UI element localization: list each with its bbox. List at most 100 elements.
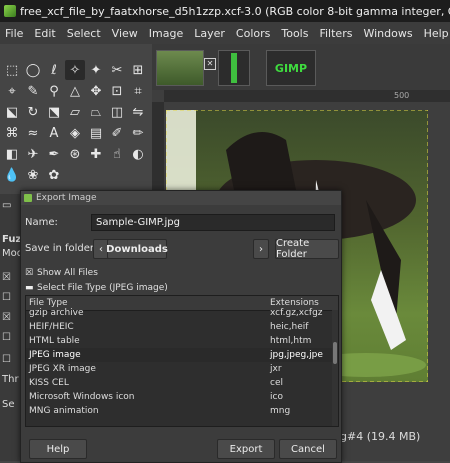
pencil-icon[interactable]: ✏: [128, 123, 148, 143]
tool-options-icon: ▭: [2, 200, 12, 211]
dialog-icon: [24, 194, 32, 202]
image-tab-gimp[interactable]: GIMP: [266, 50, 316, 86]
bucket-fill-icon[interactable]: ◈: [65, 123, 85, 143]
ink-icon[interactable]: ✒: [44, 144, 64, 164]
select-file-type-label[interactable]: Select File Type (JPEG image): [37, 283, 168, 293]
menu-layer[interactable]: Layer: [189, 27, 231, 40]
menu-colors[interactable]: Colors: [231, 27, 276, 40]
zoom-icon[interactable]: ⚲: [44, 81, 64, 101]
status-text: g#4 (19.4 MB): [340, 430, 421, 443]
checkbox-antialias[interactable]: ☒: [2, 272, 11, 283]
scissors-icon[interactable]: ✂: [107, 60, 127, 80]
file-type-name: gzip archive: [29, 308, 84, 318]
scrollbar-thumb[interactable]: [333, 342, 337, 364]
menu-file[interactable]: File: [0, 27, 29, 40]
select-by-label: Se: [2, 399, 15, 410]
dodge-icon[interactable]: ◐: [128, 144, 148, 164]
mypaint-icon[interactable]: ✿: [44, 165, 64, 185]
folder-forward-button[interactable]: ›: [253, 239, 269, 259]
paths-icon[interactable]: ⌖: [2, 81, 22, 101]
help-button[interactable]: Help: [29, 439, 87, 459]
menu-windows[interactable]: Windows: [358, 27, 418, 40]
3d-transform-icon[interactable]: ◫: [107, 102, 127, 122]
chevron-left-icon: ‹: [99, 243, 103, 255]
filename-value: Sample-GIMP.jpg: [96, 217, 180, 228]
lasso-icon[interactable]: ℓ: [44, 60, 64, 80]
menu-image[interactable]: Image: [144, 27, 189, 40]
image-tabs: ✕ GIMP: [152, 44, 450, 90]
menu-filters[interactable]: Filters: [314, 27, 358, 40]
align-icon[interactable]: ⊡: [107, 81, 127, 101]
checkbox-feather[interactable]: ☐: [2, 292, 11, 303]
fuzzy-select-icon[interactable]: ✧: [65, 60, 85, 80]
airbrush-icon[interactable]: ✈: [23, 144, 43, 164]
file-type-name: Microsoft Windows icon: [29, 392, 135, 402]
file-type-ext: jpg,jpeg,jpe: [270, 350, 323, 360]
menu-select[interactable]: Select: [62, 27, 107, 40]
image-tab-green[interactable]: [218, 50, 250, 86]
unified-transform-icon[interactable]: ⬕: [2, 102, 22, 122]
perspective-icon[interactable]: ⏢: [86, 102, 106, 122]
file-type-scrollbar[interactable]: [332, 310, 338, 426]
folder-downloads-button[interactable]: Downloads: [106, 239, 168, 259]
ellipse-select-icon[interactable]: ◯: [23, 60, 43, 80]
menu-view[interactable]: View: [107, 27, 144, 40]
crop-icon[interactable]: ⌗: [128, 81, 148, 101]
create-folder-button[interactable]: Create Folder: [275, 238, 339, 260]
close-tab-icon[interactable]: ✕: [204, 58, 216, 70]
window-title: free_xcf_file_by_faatxhorse_d5h1zzp.xcf-…: [20, 4, 450, 18]
file-type-row[interactable]: HEIF/HEIC heic,heif: [26, 320, 332, 334]
file-type-row[interactable]: JPEG XR image jxr: [26, 362, 332, 376]
file-type-row[interactable]: MNG animation mng: [26, 404, 332, 418]
show-all-files-checkbox[interactable]: ☒: [25, 268, 33, 278]
title-bar: free_xcf_file_by_faatxhorse_d5h1zzp.xcf-…: [0, 0, 450, 22]
file-type-row-selected[interactable]: JPEG image jpg,jpeg,jpe: [26, 348, 332, 362]
cancel-button[interactable]: Cancel: [279, 439, 337, 459]
warp-icon[interactable]: ≈: [23, 123, 43, 143]
shear-icon[interactable]: ▱: [65, 102, 85, 122]
smudge-icon[interactable]: ☝: [107, 144, 127, 164]
rotate-icon[interactable]: ↻: [23, 102, 43, 122]
menu-bar: File Edit Select View Image Layer Colors…: [0, 22, 450, 44]
rect-select-icon[interactable]: ⬚: [2, 60, 22, 80]
eraser-icon[interactable]: ◧: [2, 144, 22, 164]
file-type-name: JPEG image: [29, 350, 81, 360]
checkbox-sample-merged[interactable]: ☒: [2, 312, 11, 323]
select-file-type-expander[interactable]: ▬: [25, 283, 34, 293]
menu-edit[interactable]: Edit: [29, 27, 61, 40]
scale-icon[interactable]: ⬔: [44, 102, 64, 122]
gradient-icon[interactable]: ▤: [86, 123, 106, 143]
filename-input[interactable]: Sample-GIMP.jpg: [91, 214, 335, 231]
file-type-row[interactable]: KISS CEL cel: [26, 376, 332, 390]
export-button[interactable]: Export: [217, 439, 275, 459]
heal-icon[interactable]: ✚: [86, 144, 106, 164]
checkbox-transparent[interactable]: ☐: [2, 354, 11, 365]
measure-icon[interactable]: △: [65, 81, 85, 101]
file-type-ext: xcf.gz,xcfgz: [270, 308, 323, 318]
export-image-dialog: Export Image Name: Sample-GIMP.jpg Save …: [20, 190, 342, 463]
tool-options-title: Fuz: [2, 234, 22, 245]
paintbrush-icon[interactable]: ✐: [107, 123, 127, 143]
file-type-row[interactable]: HTML table html,htm: [26, 334, 332, 348]
menu-help[interactable]: Help: [419, 27, 450, 40]
file-type-ext: ico: [270, 392, 283, 402]
file-type-row[interactable]: gzip archive xcf.gz,xcfgz: [26, 306, 332, 320]
file-type-ext: html,htm: [270, 336, 312, 346]
gimp-thumbnail-text: GIMP: [274, 61, 308, 75]
text-icon[interactable]: A: [44, 123, 64, 143]
cage-transform-icon[interactable]: ⌘: [2, 123, 22, 143]
file-type-row[interactable]: Microsoft Windows icon ico: [26, 390, 332, 404]
menu-tools[interactable]: Tools: [276, 27, 314, 40]
image-tab-horse[interactable]: [156, 50, 204, 86]
flip-icon[interactable]: ⇋: [128, 102, 148, 122]
move-icon[interactable]: ✥: [86, 81, 106, 101]
burn-icon[interactable]: ❀: [23, 165, 43, 185]
color-picker-icon[interactable]: ✎: [23, 81, 43, 101]
file-type-ext: mng: [270, 406, 291, 416]
by-color-select-icon[interactable]: ✦: [86, 60, 106, 80]
clone-icon[interactable]: ⊛: [65, 144, 85, 164]
foreground-select-icon[interactable]: ⊞: [128, 60, 148, 80]
checkbox-diagonal[interactable]: ☐: [2, 332, 11, 343]
gimp-app-icon: [4, 5, 16, 17]
blur-icon[interactable]: 💧: [2, 165, 22, 185]
